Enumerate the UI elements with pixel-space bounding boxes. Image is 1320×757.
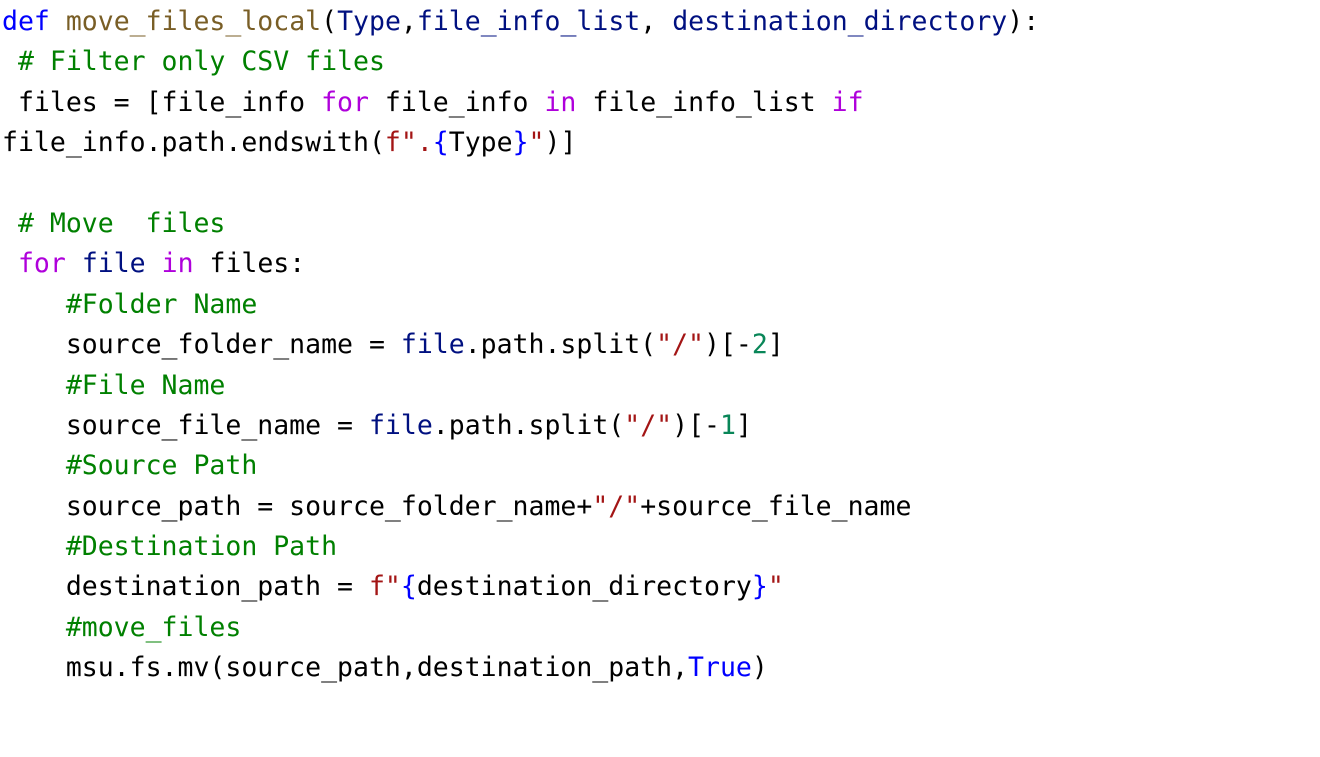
code-token-string: "/" <box>656 329 705 361</box>
code-token-plain: ) <box>751 652 768 684</box>
code-line: source_folder_name = file.path.split("/"… <box>2 325 1320 365</box>
code-token-brace: } <box>751 571 768 603</box>
code-token-plain: files: <box>193 248 306 280</box>
code-line: # Move files <box>2 204 1320 244</box>
code-token-plain: files = [file_info <box>2 86 322 118</box>
code-line: #File Name <box>2 366 1320 406</box>
code-line: destination_path = f"{destination_direct… <box>2 567 1320 607</box>
code-token-plain: , <box>400 6 417 37</box>
code-token-string: f" <box>368 571 401 603</box>
code-token-plain: )[- <box>672 409 720 441</box>
code-token-plain: destination_directory <box>416 571 752 603</box>
code-token-brace: { <box>400 571 417 603</box>
code-token-brace: { <box>432 127 449 159</box>
code-token-comment: # Filter only CSV files <box>2 46 385 78</box>
code-line: file_info.path.endswith(f".{Type}")] <box>2 123 1320 163</box>
code-token-plain: .path.split( <box>464 329 657 361</box>
code-token-string: "/" <box>592 490 641 522</box>
code-token-variable: file_info_list <box>416 6 641 37</box>
code-token-constant: True <box>688 652 752 684</box>
code-token-plain: )[- <box>704 329 752 361</box>
code-token-comment: #move_files <box>2 611 242 643</box>
code-line: # Filter only CSV files <box>2 42 1320 82</box>
code-token-comment: #File Name <box>2 369 226 401</box>
code-token-plain: )] <box>544 127 577 159</box>
code-token-string: "/" <box>624 409 673 441</box>
code-token-plain: +source_file_name <box>640 490 912 522</box>
code-token-variable: file <box>368 409 433 441</box>
code-token-plain: file_info <box>368 86 545 118</box>
code-token-plain: source_folder_name = <box>2 329 401 361</box>
code-token-plain: ( <box>321 6 338 37</box>
code-token-plain: .path.split( <box>432 409 625 441</box>
code-line: msu.fs.mv(source_path,destination_path,T… <box>2 648 1320 688</box>
code-token-plain: msu.fs.mv(source_path,destination_path, <box>2 652 689 684</box>
code-token-plain: Type <box>448 127 513 159</box>
code-token-control: for <box>17 248 66 280</box>
code-token-comment: # Move files <box>2 207 226 239</box>
code-view[interactable]: def move_files_local(Type,file_info_list… <box>0 0 1320 757</box>
code-line: source_path = source_folder_name+"/"+sou… <box>2 487 1320 527</box>
code-line: def move_files_local(Type,file_info_list… <box>2 2 1320 42</box>
code-line: for file in files: <box>2 244 1320 284</box>
code-token-number: 2 <box>751 329 768 361</box>
code-token-function: move_files_local <box>65 6 322 37</box>
code-line: #Source Path <box>2 446 1320 486</box>
code-token-plain: ): <box>1007 6 1040 37</box>
code-token-variable: Type <box>337 6 401 37</box>
code-token-plain: , <box>640 6 673 37</box>
code-line: #move_files <box>2 608 1320 648</box>
code-token-comment: #Folder Name <box>2 288 258 320</box>
code-token-variable: destination_directory <box>672 6 1008 37</box>
code-token-plain: file_info_list <box>576 86 832 118</box>
code-token-comment: #Destination Path <box>2 531 338 563</box>
code-token-control: in <box>161 248 194 280</box>
code-token-string: f". <box>384 127 433 159</box>
code-token-comment: #Source Path <box>2 450 258 482</box>
code-token-plain: source_path = source_folder_name+ <box>2 490 593 522</box>
code-token-variable: file <box>81 248 146 280</box>
code-token-control: in <box>544 86 577 118</box>
code-token-control: for <box>321 86 369 118</box>
code-token-plain: file_info.path.endswith( <box>2 127 385 159</box>
code-token-plain: ] <box>767 329 784 361</box>
code-line: #Destination Path <box>2 527 1320 567</box>
code-token-plain: destination_path = <box>2 571 369 603</box>
code-token-number: 1 <box>719 409 736 441</box>
code-line: source_file_name = file.path.split("/")[… <box>2 406 1320 446</box>
code-token-brace: } <box>512 127 529 159</box>
code-token-control: if <box>831 86 864 118</box>
code-token-keyword: def <box>2 6 50 37</box>
code-token-plain: ] <box>735 409 752 441</box>
code-line: files = [file_info for file_info in file… <box>2 83 1320 123</box>
code-token-variable: file <box>400 329 465 361</box>
code-line: #Folder Name <box>2 285 1320 325</box>
code-token-string: " <box>767 571 784 603</box>
code-token-string: " <box>528 127 545 159</box>
code-token-plain: source_file_name = <box>2 409 369 441</box>
